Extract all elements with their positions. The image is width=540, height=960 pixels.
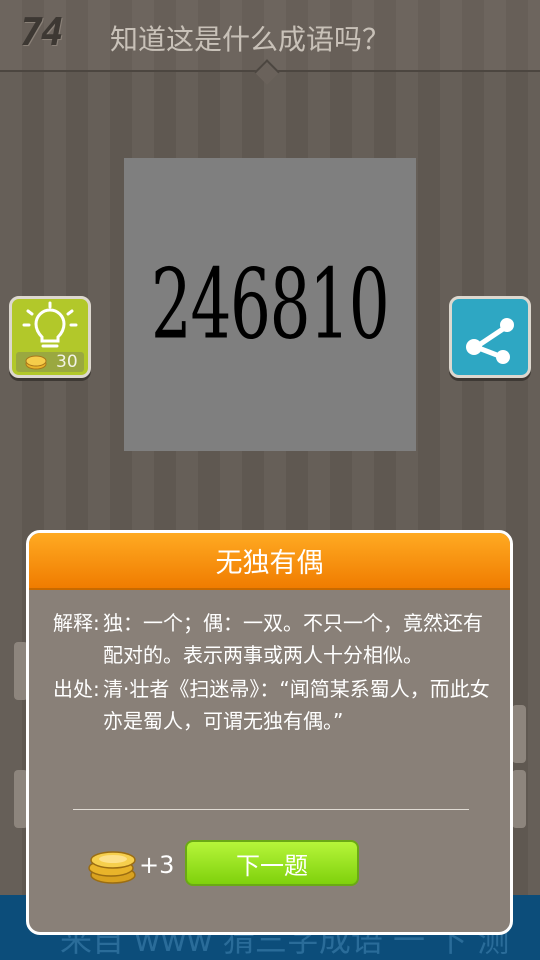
hint-cost: 30 (56, 352, 78, 372)
puzzle-text: 246810 (151, 248, 390, 361)
source-row: 出处: 清·壮者《扫迷帚》：“闻简某系蜀人，而此女亦是蜀人，可谓无独有偶。” (53, 673, 493, 737)
side-tab-right-lower (512, 770, 526, 828)
share-button[interactable] (449, 296, 531, 378)
lightbulb-icon (22, 301, 78, 348)
coin-icon (25, 355, 47, 370)
answer-dialog: 无独有偶 解释: 独：一个；偶：一双。不只一个，竟然还有配对的。表示两事或两人十… (26, 530, 513, 935)
definition-row: 解释: 独：一个；偶：一双。不只一个，竟然还有配对的。表示两事或两人十分相似。 (53, 607, 493, 671)
source-label: 出处: (53, 677, 100, 701)
dialog-divider (73, 809, 469, 810)
dialog-title: 无独有偶 (215, 548, 324, 579)
next-question-button[interactable]: 下一题 (185, 840, 359, 886)
definition-text: 独：一个；偶：一双。不只一个，竟然还有配对的。表示两事或两人十分相似。 (103, 611, 483, 667)
top-bar: 74 知道这是什么成语吗？ (0, 0, 540, 72)
puzzle-card: 246810 (124, 158, 416, 451)
coin-stack-icon (88, 851, 136, 884)
hint-button[interactable]: 30 (9, 296, 91, 378)
share-icon (466, 318, 514, 364)
hint-cost-bar: 30 (16, 352, 84, 372)
level-number: 74 (20, 10, 64, 54)
dialog-body: 解释: 独：一个；偶：一双。不只一个，竟然还有配对的。表示两事或两人十分相似。 … (53, 607, 493, 737)
dialog-header: 无独有偶 (29, 533, 510, 590)
side-tab-right-upper (512, 705, 526, 763)
reward-amount: +3 (139, 851, 175, 879)
question-prompt: 知道这是什么成语吗？ (110, 23, 391, 56)
definition-label: 解释: (53, 611, 100, 635)
source-text: 清·壮者《扫迷帚》：“闻简某系蜀人，而此女亦是蜀人，可谓无独有偶。” (103, 677, 490, 733)
